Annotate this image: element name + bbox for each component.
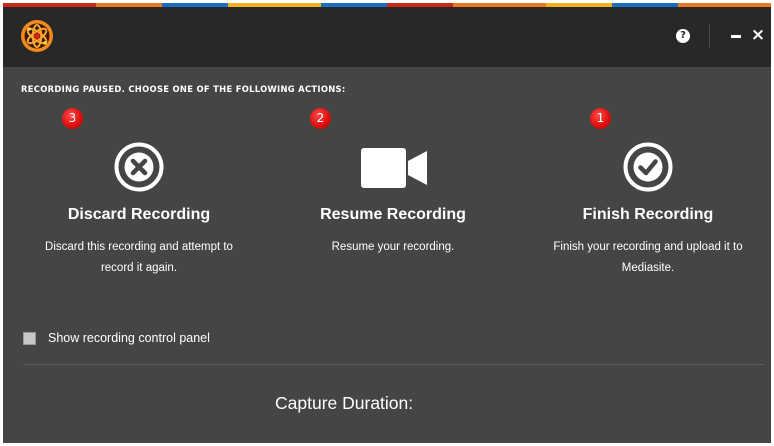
discard-recording-action[interactable]: 3 Discard Recording Discard this recordi… xyxy=(14,3,264,303)
finish-recording-description: Finish your recording and upload it to M… xyxy=(553,241,743,274)
step-badge: 2 xyxy=(310,108,331,129)
resume-recording-title: Resume Recording xyxy=(320,206,466,223)
finish-recording-action[interactable]: 1 Finish Recording Finish your recording… xyxy=(523,3,771,303)
recording-paused-window: ? × RECORDING PAUSED. CHOOSE ONE OF THE … xyxy=(3,3,771,443)
finish-recording-title: Finish Recording xyxy=(582,206,714,223)
discard-recording-description: Discard this recording and attempt to re… xyxy=(45,241,233,274)
show-control-panel-label: Show recording control panel xyxy=(48,331,210,345)
step-badge: 1 xyxy=(590,108,611,129)
resume-recording-action[interactable]: 2 Resume Recording Resume your recording… xyxy=(268,3,518,303)
divider xyxy=(23,364,764,365)
x-circle-icon xyxy=(114,142,164,192)
resume-recording-description: Resume your recording. xyxy=(331,241,455,253)
step-badge: 3 xyxy=(62,108,83,129)
check-circle-icon xyxy=(623,142,673,192)
capture-duration-label: Capture Duration: xyxy=(275,393,414,413)
show-control-panel-checkbox[interactable] xyxy=(23,332,36,345)
video-camera-icon xyxy=(361,148,427,188)
discard-recording-title: Discard Recording xyxy=(67,206,211,223)
